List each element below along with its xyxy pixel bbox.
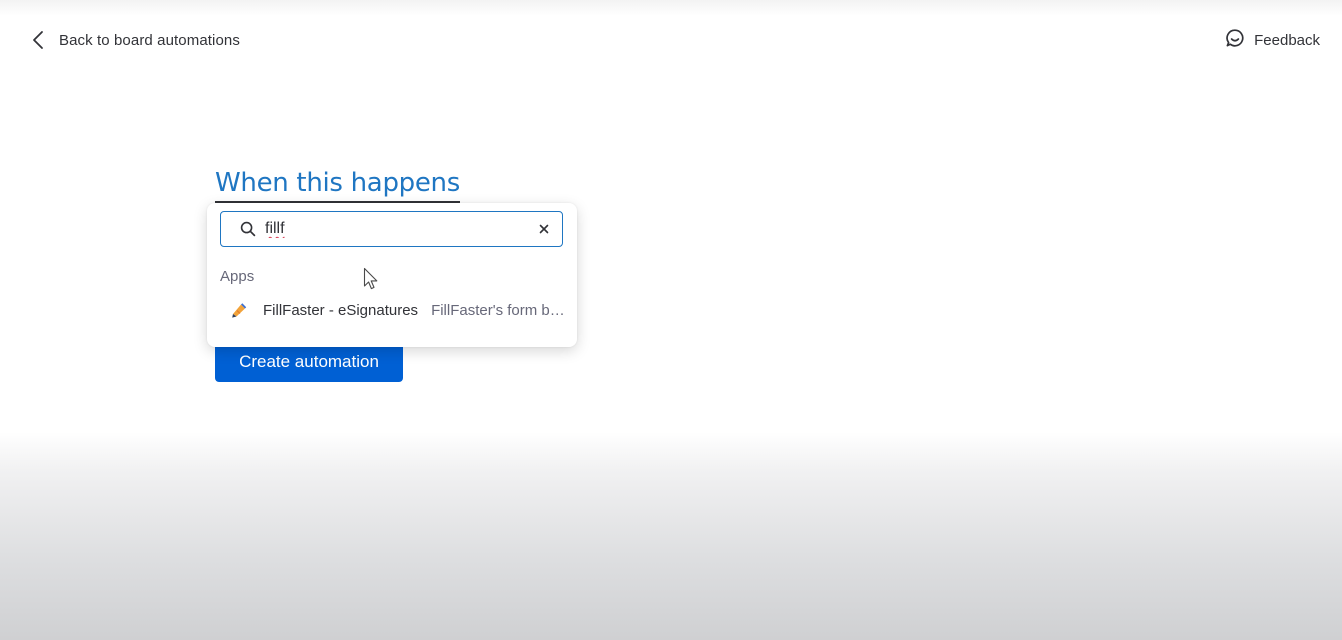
trigger-search-dropdown: Apps FillFaster - eSignatures FillFaster… — [207, 203, 577, 347]
back-link-label: Back to board automations — [59, 31, 240, 49]
close-icon[interactable] — [538, 222, 550, 240]
search-result-item[interactable]: FillFaster - eSignatures FillFaster's fo… — [220, 297, 567, 323]
feedback-button[interactable]: Feedback — [1225, 28, 1320, 52]
top-fade — [0, 0, 1342, 16]
chevron-left-icon — [30, 30, 46, 50]
back-to-board-automations-link[interactable]: Back to board automations — [30, 28, 240, 52]
mouse-cursor-icon — [363, 267, 379, 296]
apps-section-label: Apps — [220, 268, 255, 285]
trigger-heading[interactable]: When this happens — [215, 166, 460, 203]
feedback-label: Feedback — [1254, 31, 1320, 49]
search-box — [220, 211, 563, 247]
search-icon — [240, 221, 256, 242]
result-app-description: FillFaster's form builder and eSignature… — [431, 301, 567, 319]
result-app-name: FillFaster - eSignatures — [263, 301, 419, 319]
chat-bubble-icon — [1225, 28, 1245, 53]
fillfaster-app-icon — [230, 301, 248, 319]
search-input[interactable] — [265, 217, 525, 241]
